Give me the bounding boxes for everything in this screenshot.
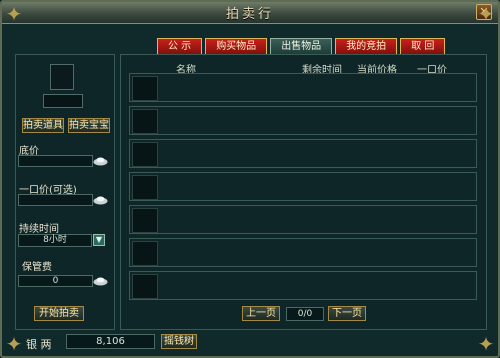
window-title: 拍卖行: [225, 7, 274, 22]
start-auction-button[interactable]: 开始拍卖: [34, 306, 84, 321]
item-count-box: [43, 94, 83, 108]
title-bar[interactable]: 拍卖行 ✕: [2, 2, 498, 24]
silver-ingot-icon: [93, 277, 108, 286]
table-row[interactable]: [129, 139, 477, 168]
table-row[interactable]: [129, 172, 477, 201]
currency-label: 银 两: [26, 338, 52, 351]
table-row[interactable]: [129, 238, 477, 267]
page-indicator: 0/0: [286, 307, 324, 321]
auction-window: 拍卖行 ✕ ✦ ✦ ✦ ✦ 公 示 购买物品 出售物品 我的竞拍 取 回 拍卖道…: [0, 0, 500, 358]
currency-value: 8,106: [66, 334, 155, 349]
item-icon: [132, 142, 158, 167]
buyout-input[interactable]: [18, 194, 93, 206]
item-icon: [132, 175, 158, 200]
auction-item-button[interactable]: 拍卖道具: [22, 118, 64, 133]
table-row[interactable]: [129, 73, 477, 102]
table-row[interactable]: [129, 106, 477, 135]
fee-value: 0: [18, 275, 93, 287]
next-page-button[interactable]: 下一页: [328, 306, 366, 321]
auction-treasure-button[interactable]: 拍卖宝宝: [68, 118, 110, 133]
item-icon: [132, 208, 158, 233]
table-row[interactable]: [129, 205, 477, 234]
base-price-input[interactable]: [18, 155, 93, 167]
bottom-bar: 银 两 8,106 摇钱树: [2, 330, 498, 356]
table-row[interactable]: [129, 271, 477, 300]
silver-ingot-icon: [93, 157, 108, 166]
duration-select[interactable]: 8小时: [18, 234, 92, 247]
item-icon: [132, 241, 158, 266]
chevron-down-icon: ▼: [95, 235, 103, 244]
silver-ingot-icon: [93, 196, 108, 205]
item-icon: [132, 274, 158, 299]
money-tree-button[interactable]: 摇钱树: [161, 334, 197, 349]
fee-label: 保管费: [22, 262, 52, 273]
item-icon: [132, 76, 158, 101]
corner-ornament-icon: ✦: [477, 2, 495, 26]
prev-page-button[interactable]: 上一页: [242, 306, 280, 321]
corner-ornament-icon: ✦: [5, 2, 23, 26]
duration-dropdown-button[interactable]: ▼: [93, 234, 105, 246]
item-slot[interactable]: [50, 64, 74, 90]
duration-label: 持续时间: [19, 224, 59, 235]
item-icon: [132, 109, 158, 134]
